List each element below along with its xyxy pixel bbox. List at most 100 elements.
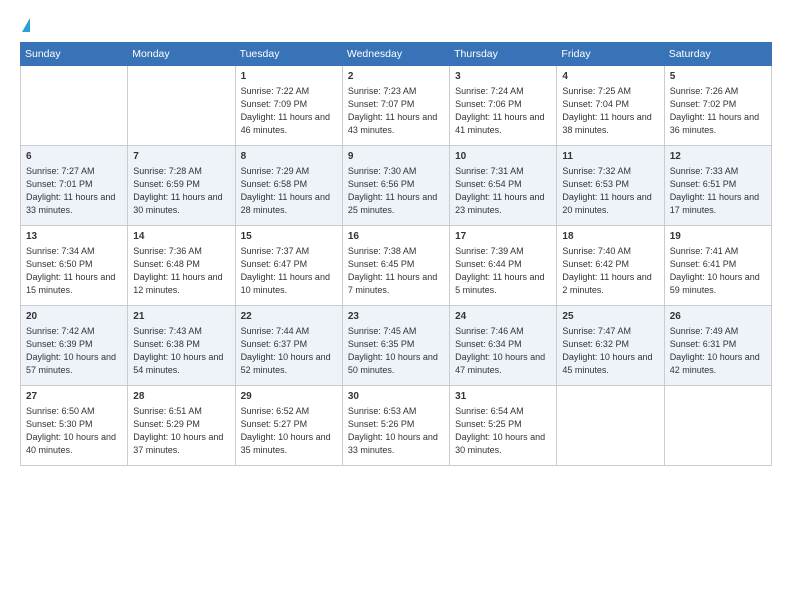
day-info: Sunrise: 7:44 AM Sunset: 6:37 PM Dayligh… — [241, 325, 337, 377]
day-cell: 20Sunrise: 7:42 AM Sunset: 6:39 PM Dayli… — [21, 306, 128, 386]
week-row-3: 13Sunrise: 7:34 AM Sunset: 6:50 PM Dayli… — [21, 226, 772, 306]
day-info: Sunrise: 7:27 AM Sunset: 7:01 PM Dayligh… — [26, 165, 122, 217]
logo-icon — [22, 18, 30, 32]
day-info: Sunrise: 6:52 AM Sunset: 5:27 PM Dayligh… — [241, 405, 337, 457]
day-cell: 29Sunrise: 6:52 AM Sunset: 5:27 PM Dayli… — [235, 386, 342, 466]
day-info: Sunrise: 7:43 AM Sunset: 6:38 PM Dayligh… — [133, 325, 229, 377]
day-info: Sunrise: 7:49 AM Sunset: 6:31 PM Dayligh… — [670, 325, 766, 377]
day-info: Sunrise: 7:42 AM Sunset: 6:39 PM Dayligh… — [26, 325, 122, 377]
day-number: 25 — [562, 310, 658, 324]
day-info: Sunrise: 7:32 AM Sunset: 6:53 PM Dayligh… — [562, 165, 658, 217]
day-number: 19 — [670, 230, 766, 244]
day-info: Sunrise: 7:46 AM Sunset: 6:34 PM Dayligh… — [455, 325, 551, 377]
day-info: Sunrise: 7:30 AM Sunset: 6:56 PM Dayligh… — [348, 165, 444, 217]
day-number: 27 — [26, 390, 122, 404]
weekday-header-saturday: Saturday — [664, 43, 771, 66]
day-cell: 31Sunrise: 6:54 AM Sunset: 5:25 PM Dayli… — [450, 386, 557, 466]
day-number: 29 — [241, 390, 337, 404]
weekday-header-sunday: Sunday — [21, 43, 128, 66]
day-cell: 19Sunrise: 7:41 AM Sunset: 6:41 PM Dayli… — [664, 226, 771, 306]
calendar-table: SundayMondayTuesdayWednesdayThursdayFrid… — [20, 42, 772, 466]
day-number: 13 — [26, 230, 122, 244]
day-cell: 24Sunrise: 7:46 AM Sunset: 6:34 PM Dayli… — [450, 306, 557, 386]
day-number: 10 — [455, 150, 551, 164]
day-cell: 16Sunrise: 7:38 AM Sunset: 6:45 PM Dayli… — [342, 226, 449, 306]
day-info: Sunrise: 7:22 AM Sunset: 7:09 PM Dayligh… — [241, 85, 337, 137]
day-number: 24 — [455, 310, 551, 324]
day-cell: 17Sunrise: 7:39 AM Sunset: 6:44 PM Dayli… — [450, 226, 557, 306]
day-cell: 27Sunrise: 6:50 AM Sunset: 5:30 PM Dayli… — [21, 386, 128, 466]
day-cell — [557, 386, 664, 466]
day-cell: 13Sunrise: 7:34 AM Sunset: 6:50 PM Dayli… — [21, 226, 128, 306]
day-info: Sunrise: 7:31 AM Sunset: 6:54 PM Dayligh… — [455, 165, 551, 217]
weekday-header-row: SundayMondayTuesdayWednesdayThursdayFrid… — [21, 43, 772, 66]
day-cell: 28Sunrise: 6:51 AM Sunset: 5:29 PM Dayli… — [128, 386, 235, 466]
day-cell: 14Sunrise: 7:36 AM Sunset: 6:48 PM Dayli… — [128, 226, 235, 306]
day-cell: 21Sunrise: 7:43 AM Sunset: 6:38 PM Dayli… — [128, 306, 235, 386]
day-cell: 23Sunrise: 7:45 AM Sunset: 6:35 PM Dayli… — [342, 306, 449, 386]
day-cell: 4Sunrise: 7:25 AM Sunset: 7:04 PM Daylig… — [557, 66, 664, 146]
weekday-header-friday: Friday — [557, 43, 664, 66]
day-cell: 8Sunrise: 7:29 AM Sunset: 6:58 PM Daylig… — [235, 146, 342, 226]
day-cell — [664, 386, 771, 466]
week-row-2: 6Sunrise: 7:27 AM Sunset: 7:01 PM Daylig… — [21, 146, 772, 226]
day-cell: 5Sunrise: 7:26 AM Sunset: 7:02 PM Daylig… — [664, 66, 771, 146]
day-info: Sunrise: 7:34 AM Sunset: 6:50 PM Dayligh… — [26, 245, 122, 297]
day-cell: 15Sunrise: 7:37 AM Sunset: 6:47 PM Dayli… — [235, 226, 342, 306]
day-cell: 9Sunrise: 7:30 AM Sunset: 6:56 PM Daylig… — [342, 146, 449, 226]
day-number: 23 — [348, 310, 444, 324]
day-cell — [21, 66, 128, 146]
day-number: 31 — [455, 390, 551, 404]
day-info: Sunrise: 6:54 AM Sunset: 5:25 PM Dayligh… — [455, 405, 551, 457]
day-number: 1 — [241, 70, 337, 84]
day-number: 5 — [670, 70, 766, 84]
day-cell — [128, 66, 235, 146]
day-number: 12 — [670, 150, 766, 164]
header — [20, 18, 772, 32]
day-info: Sunrise: 7:26 AM Sunset: 7:02 PM Dayligh… — [670, 85, 766, 137]
day-info: Sunrise: 6:51 AM Sunset: 5:29 PM Dayligh… — [133, 405, 229, 457]
day-info: Sunrise: 6:53 AM Sunset: 5:26 PM Dayligh… — [348, 405, 444, 457]
week-row-5: 27Sunrise: 6:50 AM Sunset: 5:30 PM Dayli… — [21, 386, 772, 466]
day-number: 21 — [133, 310, 229, 324]
day-cell: 10Sunrise: 7:31 AM Sunset: 6:54 PM Dayli… — [450, 146, 557, 226]
weekday-header-thursday: Thursday — [450, 43, 557, 66]
day-info: Sunrise: 7:38 AM Sunset: 6:45 PM Dayligh… — [348, 245, 444, 297]
day-cell: 6Sunrise: 7:27 AM Sunset: 7:01 PM Daylig… — [21, 146, 128, 226]
weekday-header-tuesday: Tuesday — [235, 43, 342, 66]
page: SundayMondayTuesdayWednesdayThursdayFrid… — [0, 0, 792, 612]
day-number: 30 — [348, 390, 444, 404]
weekday-header-monday: Monday — [128, 43, 235, 66]
calendar-body: 1Sunrise: 7:22 AM Sunset: 7:09 PM Daylig… — [21, 66, 772, 466]
day-info: Sunrise: 7:41 AM Sunset: 6:41 PM Dayligh… — [670, 245, 766, 297]
day-number: 9 — [348, 150, 444, 164]
day-number: 26 — [670, 310, 766, 324]
weekday-header-wednesday: Wednesday — [342, 43, 449, 66]
day-info: Sunrise: 7:36 AM Sunset: 6:48 PM Dayligh… — [133, 245, 229, 297]
day-cell: 18Sunrise: 7:40 AM Sunset: 6:42 PM Dayli… — [557, 226, 664, 306]
day-info: Sunrise: 6:50 AM Sunset: 5:30 PM Dayligh… — [26, 405, 122, 457]
day-number: 7 — [133, 150, 229, 164]
day-number: 2 — [348, 70, 444, 84]
day-cell: 12Sunrise: 7:33 AM Sunset: 6:51 PM Dayli… — [664, 146, 771, 226]
day-number: 16 — [348, 230, 444, 244]
day-info: Sunrise: 7:29 AM Sunset: 6:58 PM Dayligh… — [241, 165, 337, 217]
day-cell: 7Sunrise: 7:28 AM Sunset: 6:59 PM Daylig… — [128, 146, 235, 226]
day-number: 4 — [562, 70, 658, 84]
day-cell: 22Sunrise: 7:44 AM Sunset: 6:37 PM Dayli… — [235, 306, 342, 386]
day-info: Sunrise: 7:47 AM Sunset: 6:32 PM Dayligh… — [562, 325, 658, 377]
day-cell: 25Sunrise: 7:47 AM Sunset: 6:32 PM Dayli… — [557, 306, 664, 386]
day-info: Sunrise: 7:24 AM Sunset: 7:06 PM Dayligh… — [455, 85, 551, 137]
day-number: 14 — [133, 230, 229, 244]
day-info: Sunrise: 7:23 AM Sunset: 7:07 PM Dayligh… — [348, 85, 444, 137]
week-row-4: 20Sunrise: 7:42 AM Sunset: 6:39 PM Dayli… — [21, 306, 772, 386]
day-number: 3 — [455, 70, 551, 84]
day-info: Sunrise: 7:39 AM Sunset: 6:44 PM Dayligh… — [455, 245, 551, 297]
week-row-1: 1Sunrise: 7:22 AM Sunset: 7:09 PM Daylig… — [21, 66, 772, 146]
day-number: 22 — [241, 310, 337, 324]
day-cell: 30Sunrise: 6:53 AM Sunset: 5:26 PM Dayli… — [342, 386, 449, 466]
day-number: 20 — [26, 310, 122, 324]
day-info: Sunrise: 7:40 AM Sunset: 6:42 PM Dayligh… — [562, 245, 658, 297]
day-info: Sunrise: 7:45 AM Sunset: 6:35 PM Dayligh… — [348, 325, 444, 377]
day-number: 15 — [241, 230, 337, 244]
